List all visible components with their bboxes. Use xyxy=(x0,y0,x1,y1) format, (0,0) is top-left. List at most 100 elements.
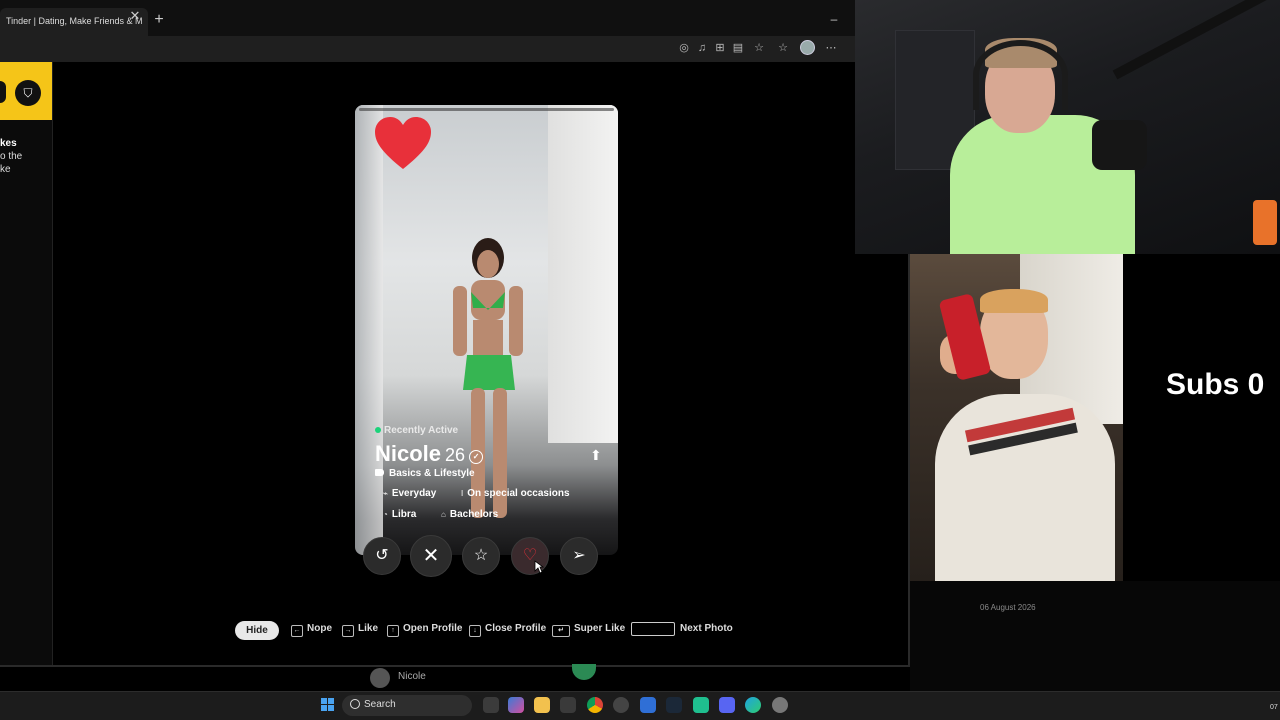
app-icon[interactable] xyxy=(613,697,629,713)
below-browser-area xyxy=(0,667,910,691)
chip-smoking: ǀ On special occasions xyxy=(461,488,570,499)
nope-icon: ✕ xyxy=(422,545,440,567)
tab-title: Tinder | Dating, Make Friends & M xyxy=(6,16,143,26)
steam-icon[interactable] xyxy=(666,697,682,713)
grid-icon[interactable]: ⊞ xyxy=(713,41,727,55)
profile-card[interactable]: Recently Active Nicole 26 ✓ ⬆ Basics & Lif… xyxy=(355,105,618,555)
chip-zodiac: ◔ Libra xyxy=(383,509,416,520)
profile-name: Nicole xyxy=(375,441,442,466)
verified-badge-icon: ✓ xyxy=(469,450,484,464)
microphone-icon xyxy=(1092,120,1147,170)
hint-nope: ← Nope xyxy=(291,623,332,637)
bell-icon[interactable]: ♫ xyxy=(695,41,709,55)
app-icon[interactable] xyxy=(640,697,656,713)
activity-status-label: Recently Active xyxy=(384,425,459,436)
mouse-cursor-icon xyxy=(534,560,544,574)
super-like-button[interactable]: ☆ xyxy=(462,537,500,575)
side-line-2: o the xyxy=(0,151,23,162)
side-panel-text: kes o the ke xyxy=(0,137,52,176)
zodiac-icon: ◔ xyxy=(383,510,388,519)
profile-photo-person xyxy=(453,238,523,518)
drink-icon: ⌁ xyxy=(383,489,388,498)
safety-shield-icon[interactable]: ⛉ xyxy=(15,80,41,106)
match-name-label: Nicole xyxy=(398,671,426,682)
down-arrow-key-icon: ↓ xyxy=(469,625,481,637)
webcam-guest xyxy=(910,254,1123,581)
tag-icon xyxy=(375,469,384,476)
browser-tab-tinder[interactable]: Tinder | Dating, Make Friends & M xyxy=(0,8,148,36)
hint-label: Nope xyxy=(307,623,332,634)
nope-button[interactable]: ✕ xyxy=(410,535,452,577)
collections-icon[interactable]: ☆ xyxy=(776,41,790,55)
app-icon[interactable] xyxy=(693,697,709,713)
chrome-icon[interactable] xyxy=(587,697,603,713)
avatar xyxy=(370,668,390,688)
copilot-icon[interactable] xyxy=(508,697,524,713)
date-label: 06 August 2026 xyxy=(980,603,1036,612)
left-arrow-key-icon: ← xyxy=(291,625,303,637)
new-tab-icon[interactable]: + xyxy=(151,12,167,28)
search-icon xyxy=(350,699,360,709)
up-arrow-key-icon: ↑ xyxy=(387,625,399,637)
chip-label: Libra xyxy=(391,509,417,520)
mic-arm xyxy=(1112,0,1268,80)
chip-label: On special occasions xyxy=(467,488,570,499)
taskbar-clock: 07 xyxy=(1270,704,1278,711)
favorite-star-icon[interactable]: ☆ xyxy=(752,41,766,55)
enter-key-icon: ↵ xyxy=(552,625,570,637)
profile-avatar[interactable] xyxy=(800,40,815,55)
hide-hints-button[interactable]: Hide xyxy=(235,621,279,640)
hint-label: Like xyxy=(358,623,379,634)
hint-label: Close Profile xyxy=(485,623,547,634)
open-profile-arrow-icon[interactable]: ⬆ xyxy=(590,447,602,464)
profile-name-row: Nicole 26 ✓ xyxy=(375,441,484,467)
webcam-streamer xyxy=(855,0,1280,254)
search-label: Search xyxy=(364,699,396,710)
profile-age: 26 xyxy=(445,445,466,465)
hint-label: Super Like xyxy=(574,623,626,634)
photo-progress-bar xyxy=(359,108,614,111)
side-toggle[interactable] xyxy=(0,81,6,103)
edge-icon[interactable] xyxy=(745,697,761,713)
hint-next-photo: Next Photo xyxy=(680,623,733,634)
activity-status: Recently Active xyxy=(375,425,458,436)
active-dot-icon xyxy=(375,427,381,433)
minimize-icon[interactable]: – xyxy=(827,12,841,26)
section-label: Basics & Lifestyle xyxy=(389,468,475,479)
smoke-icon: ǀ xyxy=(461,489,464,498)
date-strip xyxy=(910,581,1280,691)
like-heart-icon xyxy=(375,117,431,169)
location-icon[interactable]: ◎ xyxy=(677,41,691,55)
hint-label: Open Profile xyxy=(403,623,463,634)
boost-button[interactable]: ➢ xyxy=(560,537,598,575)
taskbar-search[interactable]: Search xyxy=(342,695,472,716)
more-menu-icon[interactable]: ⋯ xyxy=(824,41,838,55)
chip-education: ⌂ Bachelors xyxy=(441,509,498,520)
file-explorer-icon[interactable] xyxy=(534,697,550,713)
drink-can xyxy=(1253,200,1277,245)
education-icon: ⌂ xyxy=(441,510,446,519)
side-line-1: kes xyxy=(0,138,17,149)
chip-label: Everyday xyxy=(391,488,437,499)
side-line-3: ke xyxy=(0,164,11,175)
boost-icon: ➢ xyxy=(572,547,586,564)
settings-gear-icon[interactable] xyxy=(772,697,788,713)
chip-drinking: ⌁ Everyday xyxy=(383,488,436,499)
hint-open-profile: ↑ Open Profile xyxy=(387,623,462,637)
store-icon[interactable] xyxy=(560,697,576,713)
reader-icon[interactable]: ▤ xyxy=(731,41,745,55)
task-view-icon[interactable] xyxy=(483,697,499,713)
space-key-icon xyxy=(631,622,675,636)
hint-label: Next Photo xyxy=(680,623,733,634)
hint-like: → Like xyxy=(342,623,378,637)
right-arrow-key-icon: → xyxy=(342,625,354,637)
photo-background-wall xyxy=(548,105,618,443)
tab-close-icon[interactable]: ✕ xyxy=(128,9,142,23)
discord-icon[interactable] xyxy=(719,697,735,713)
super-like-icon: ☆ xyxy=(473,547,489,564)
subs-counter: Subs 0 xyxy=(1166,368,1265,401)
chip-label: Bachelors xyxy=(449,509,499,520)
rewind-button[interactable]: ↺ xyxy=(363,537,401,575)
hint-super-like: ↵ Super Like xyxy=(552,623,625,637)
windows-start-icon[interactable] xyxy=(321,698,335,712)
